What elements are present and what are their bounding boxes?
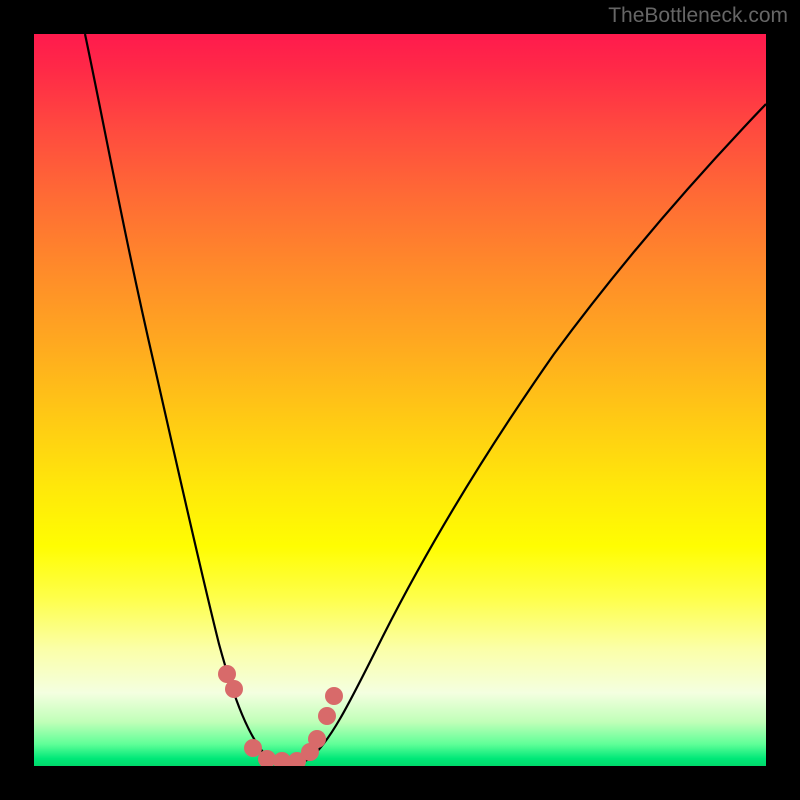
plot-area (34, 34, 766, 766)
marker-point (244, 739, 262, 757)
bottleneck-curve (85, 34, 766, 764)
marker-group (218, 665, 343, 766)
marker-point (318, 707, 336, 725)
marker-point (225, 680, 243, 698)
chart-svg (34, 34, 766, 766)
watermark-text: TheBottleneck.com (608, 4, 788, 28)
marker-point (308, 730, 326, 748)
marker-point (325, 687, 343, 705)
